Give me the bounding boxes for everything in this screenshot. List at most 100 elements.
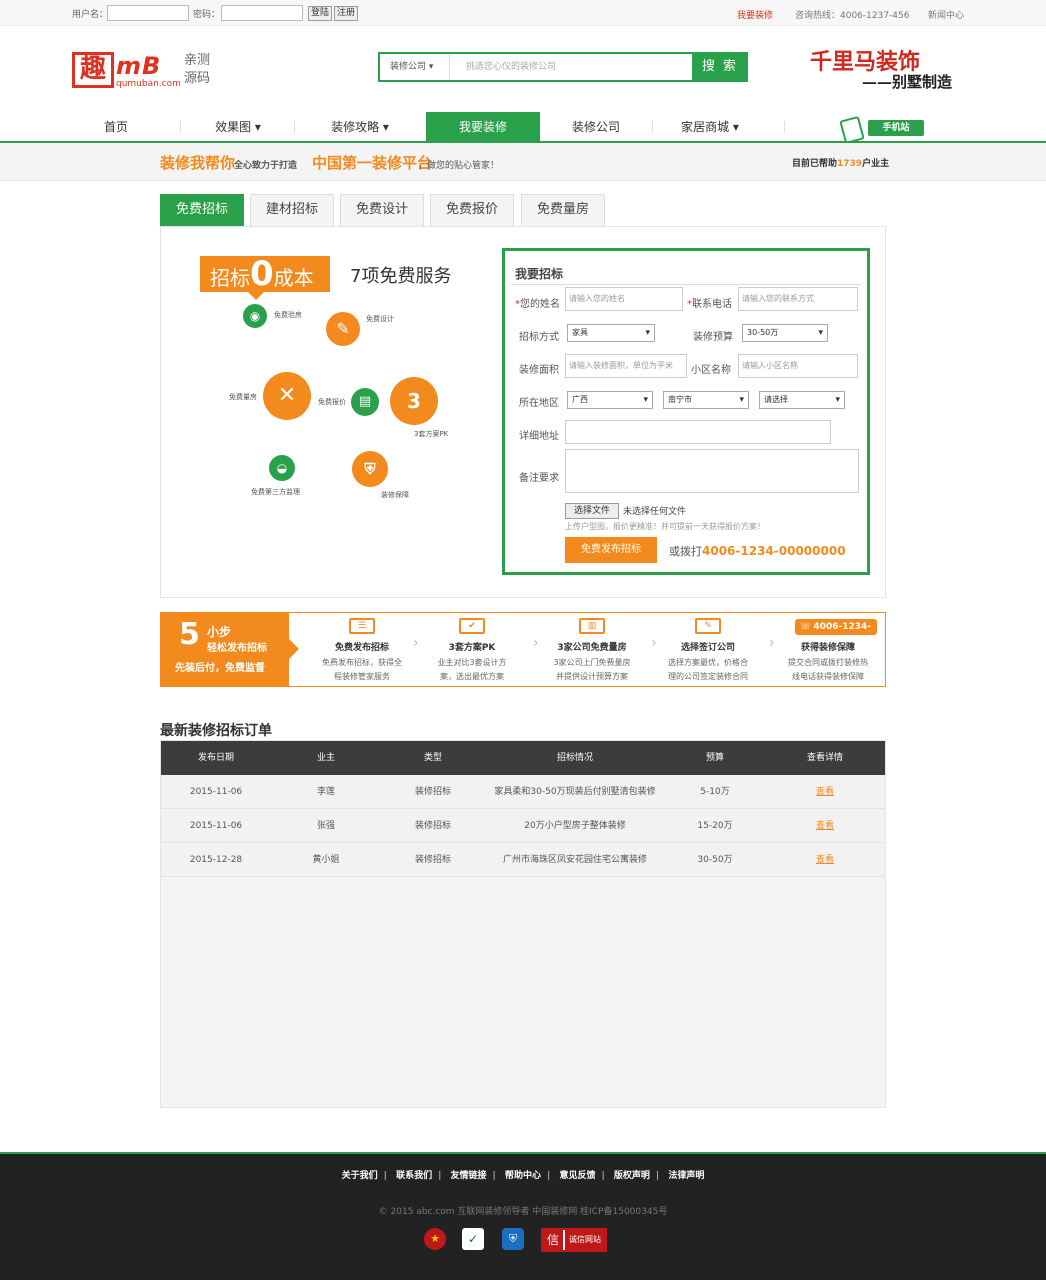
province-select[interactable]: 广西	[567, 391, 653, 409]
tab-free-design[interactable]: 免费设计	[340, 194, 424, 226]
shield-badge-icon[interactable]: ⛨	[502, 1228, 524, 1250]
nav-guide[interactable]: 装修攻略 ▾	[296, 112, 424, 142]
eye-icon: ◉	[243, 304, 267, 328]
nav-divider	[294, 121, 295, 133]
search-type-select[interactable]: 装修公司 ▾	[380, 54, 450, 80]
badge-pointer	[248, 292, 264, 300]
nav-divider	[652, 121, 653, 133]
footer-link-friends[interactable]: 友情链接	[451, 1171, 487, 1181]
district-select[interactable]: 请选择	[759, 391, 845, 409]
banner-highlight-2: 中国第一装修平台	[312, 154, 433, 172]
login-button[interactable]: 登陆	[308, 6, 333, 21]
document-icon: ▤	[351, 388, 379, 416]
footer-link-about[interactable]: 关于我们	[342, 1171, 378, 1181]
logo-domain: qumuban.com	[116, 79, 181, 89]
table-row: 2015-11-06 李莲 装修招标 家具柔和30-50万现装后付别墅清包装修 …	[161, 775, 885, 809]
password-input[interactable]	[221, 5, 303, 21]
register-button[interactable]: 注册	[334, 6, 359, 21]
password-label: 密码：	[193, 10, 221, 20]
method-select[interactable]: 家具	[567, 324, 655, 342]
service-label: 免费验房	[274, 311, 302, 319]
table-row: 2015-11-06 张强 装修招标 20万小户型房子整体装修 15-20万 查…	[161, 809, 885, 843]
header-detail: 查看详情	[806, 753, 843, 763]
footer-link-legal[interactable]: 法律声明	[668, 1171, 704, 1181]
nav-home[interactable]: 首页	[60, 112, 172, 142]
edit-icon: ✎	[326, 312, 360, 346]
file-status: 未选择任何文件	[623, 507, 687, 517]
tab-free-quote[interactable]: 免费报价	[430, 194, 514, 226]
community-label: 小区名称	[691, 365, 731, 376]
method-label: 招标方式	[519, 332, 559, 343]
nav-renovate[interactable]: 我要装修	[426, 112, 540, 142]
credit-site-badge[interactable]: 信 诚信网站	[541, 1228, 607, 1252]
three-plans-icon: 3	[390, 377, 438, 425]
bidding-form: 我要招标 *您的姓名 请输入您的姓名 *联系电话 请输入您的联系方式 招标方式 …	[502, 248, 870, 575]
orders-title: 最新装修招标订单	[160, 723, 272, 739]
budget-label: 装修预算	[693, 332, 733, 343]
phone-icon: ☏	[800, 622, 812, 632]
nav-effect[interactable]: 效果图 ▾	[182, 112, 294, 142]
footer-link-feedback[interactable]: 意见反馈	[559, 1171, 595, 1181]
form-divider	[511, 284, 861, 285]
seven-services-title: 7项免费服务	[350, 266, 452, 287]
top-link-news[interactable]: 新闻中心	[928, 8, 964, 21]
username-input[interactable]	[107, 5, 189, 21]
name-input[interactable]: 请输入您的姓名	[565, 287, 683, 311]
footer-link-contact[interactable]: 联系我们	[396, 1171, 432, 1181]
nav-divider	[180, 121, 181, 133]
service-label: 3套方案PK	[414, 430, 449, 438]
helped-count: 目前已帮助1739户业主	[792, 159, 890, 169]
footer-links: 关于我们 | 联系我们 | 友情链接 | 帮助中心 | 意见反馈 | 版权声明 | 法律声明	[341, 1171, 705, 1181]
service-label: 免费报价	[318, 398, 346, 406]
steps-small: 小步	[207, 625, 232, 639]
table-header: 发布日期 业主 类型 招标情况 预算 查看详情	[161, 741, 885, 775]
nav-company[interactable]: 装修公司	[540, 112, 652, 142]
tab-free-measure[interactable]: 免费量房	[521, 194, 605, 226]
community-input[interactable]: 请输入小区名称	[738, 354, 858, 378]
logo-mb: mB	[116, 52, 162, 80]
phone-input[interactable]: 请输入您的联系方式	[738, 287, 858, 311]
chevron-down-icon: ▾	[732, 120, 739, 134]
tab-free-bidding[interactable]: 免费招标	[160, 194, 244, 226]
note-label: 备注要求	[519, 473, 559, 484]
orders-table: 发布日期 业主 类型 招标情况 预算 查看详情 2015-11-06 李莲 装修…	[160, 740, 886, 1108]
header-date: 发布日期	[197, 753, 234, 763]
city-select[interactable]: 南宁市	[663, 391, 749, 409]
slogan-banner: 装修我帮你 全心致力于打造 中国第一装修平台 ，做您的贴心管家！ 目前已帮助17…	[0, 143, 1046, 181]
nav-mall[interactable]: 家居商城 ▾	[654, 112, 766, 142]
area-input[interactable]: 请输入装修面积，单位为平米	[565, 354, 687, 378]
region-label: 所在地区	[519, 398, 559, 409]
footer-copyright: © 2015 abc.com 互联网装修领导者 中国装修网 桂ICP备15000…	[378, 1207, 668, 1217]
choose-file-button[interactable]: 选择文件	[565, 503, 619, 519]
phone-icon	[839, 115, 865, 145]
view-detail-link[interactable]: 查看	[765, 809, 885, 843]
banner-text-2: ，做您的贴心管家！	[418, 161, 500, 171]
five-steps-bar: 5 小步 轻松发布招标 先装后付，免费监督 ☰ 免费发布招标 免费发布招标，获得…	[160, 612, 886, 687]
view-detail-link[interactable]: 查看	[765, 843, 885, 877]
footer-link-help[interactable]: 帮助中心	[505, 1171, 541, 1181]
steps-arrow	[289, 639, 299, 659]
checkbox-icon: ✔	[459, 618, 485, 634]
tab-material-bidding[interactable]: 建材招标	[250, 194, 334, 226]
verify-badge-icon[interactable]: ✓	[462, 1228, 484, 1250]
police-badge-icon[interactable]: ★	[424, 1228, 446, 1250]
note-textarea[interactable]	[565, 449, 859, 493]
steps-easy: 轻松发布招标	[207, 643, 267, 654]
address-input[interactable]	[565, 420, 831, 444]
search-input[interactable]: 挑选您心仪的装修公司	[452, 54, 692, 80]
budget-select[interactable]: 30-50万	[742, 324, 828, 342]
name-label: *您的姓名	[515, 299, 560, 310]
ruler-icon: ✕	[263, 372, 311, 420]
search-button[interactable]: 搜 索	[692, 52, 748, 82]
top-link-renovate[interactable]: 我要装修	[737, 8, 773, 21]
top-hotline: 咨询热线：4006-1237-456	[795, 11, 910, 21]
upload-hint: 上传户型图，报价更精准！并可提前一天获得报价方案！	[565, 522, 765, 531]
steps-tagline: 先装后付，免费监督	[175, 663, 265, 674]
mobile-site-link[interactable]: 手机站	[839, 115, 924, 145]
view-detail-link[interactable]: 查看	[765, 775, 885, 809]
submit-bidding-button[interactable]: 免费发布招标	[565, 537, 657, 563]
logo-icon[interactable]: 趣	[72, 52, 114, 88]
header-budget: 预算	[705, 753, 724, 763]
footer-link-copyright[interactable]: 版权声明	[614, 1171, 650, 1181]
credit-badge-label: 诚信网站	[565, 1230, 605, 1250]
